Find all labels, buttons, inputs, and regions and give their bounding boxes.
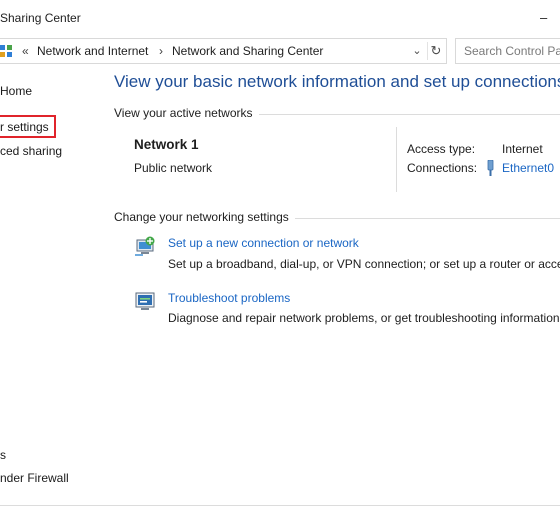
sidebar-item-windows-firewall[interactable]: nder Firewall: [0, 471, 69, 485]
troubleshoot-link[interactable]: Troubleshoot problems: [168, 291, 290, 305]
network-divider: [396, 127, 397, 192]
sidebar-item-see-also-1[interactable]: s: [0, 448, 6, 462]
ethernet-connection-link[interactable]: Ethernet0: [502, 161, 554, 175]
breadcrumb-network-and-internet[interactable]: Network and Internet: [37, 44, 148, 58]
network-category[interactable]: Public network: [134, 161, 212, 175]
ethernet-icon: [487, 160, 494, 176]
network-name: Network 1: [134, 137, 199, 152]
breadcrumb-overflow[interactable]: «: [22, 44, 29, 58]
change-settings-section-header: Change your networking settings: [114, 210, 560, 226]
search-input[interactable]: Search Control Pa: [455, 38, 560, 64]
troubleshoot-icon: [135, 292, 155, 310]
minimize-button[interactable]: –: [540, 11, 554, 26]
active-networks-label: View your active networks: [114, 106, 259, 120]
title-bar: Sharing Center –: [0, 0, 560, 38]
address-row: « Network and Internet › Network and Sha…: [0, 38, 560, 64]
address-dropdown-icon[interactable]: ⌄: [410, 42, 424, 58]
breadcrumb-separator[interactable]: ›: [159, 44, 163, 58]
access-type-label: Access type:: [407, 142, 476, 156]
main-content: View your basic network information and …: [104, 64, 560, 509]
search-placeholder: Search Control Pa: [464, 44, 560, 58]
refresh-icon[interactable]: ↻: [427, 42, 444, 60]
setup-connection-description: Set up a broadband, dial-up, or VPN conn…: [168, 257, 560, 271]
sidebar: Home r settings ced sharing s nder Firew…: [0, 64, 104, 509]
change-settings-label: Change your networking settings: [114, 210, 295, 224]
troubleshoot-description: Diagnose and repair network problems, or…: [168, 311, 560, 325]
access-type-value: Internet: [502, 142, 543, 156]
window-title: Sharing Center: [0, 11, 81, 25]
page-title: View your basic network information and …: [114, 72, 560, 91]
breadcrumb-network-sharing-center[interactable]: Network and Sharing Center: [172, 44, 323, 58]
window-bottom-border: [0, 505, 560, 510]
connections-label: Connections:: [407, 161, 478, 175]
setup-connection-link[interactable]: Set up a new connection or network: [168, 236, 359, 250]
sidebar-item-home[interactable]: Home: [0, 84, 32, 98]
new-connection-icon: [135, 236, 155, 256]
sidebar-item-advanced-sharing[interactable]: ced sharing: [0, 144, 62, 158]
sidebar-item-adapter-settings[interactable]: r settings: [0, 120, 49, 134]
address-bar[interactable]: « Network and Internet › Network and Sha…: [0, 38, 447, 64]
control-panel-icon: [0, 45, 12, 57]
active-networks-section-header: View your active networks: [114, 106, 560, 122]
